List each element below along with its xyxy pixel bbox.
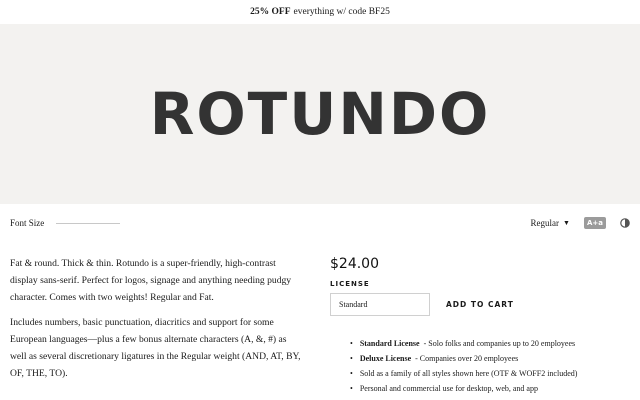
right-controls: Regular ▼ A+a xyxy=(531,204,630,242)
description-paragraph-1: Fat & round. Thick & thin. Rotundo is a … xyxy=(10,258,292,303)
list-item: Sold as a family of all styles shown her… xyxy=(350,366,630,381)
license-text: - Companies over 20 employees xyxy=(415,354,519,363)
license-title: Deluxe License xyxy=(359,354,412,363)
buy-row: Standard ADD TO CART xyxy=(330,293,630,316)
license-select-value: Standard xyxy=(339,300,368,309)
license-select[interactable]: Standard xyxy=(330,293,430,316)
license-text: Personal and commercial use for desktop,… xyxy=(359,384,538,393)
license-title: Standard License xyxy=(359,339,420,348)
license-text: - Solo folks and companies up to 20 empl… xyxy=(423,339,576,348)
promo-text: everything w/ code BF25 xyxy=(293,7,390,17)
license-text: Sold as a family of all styles shown her… xyxy=(359,369,578,378)
purchase-panel: $24.00 LICENSE Standard ADD TO CART Stan… xyxy=(330,256,630,396)
list-item: Standard License - Solo folks and compan… xyxy=(350,336,630,351)
price: $24.00 xyxy=(330,256,379,272)
promo-banner: 25% OFF everything w/ code BF25 xyxy=(0,0,640,24)
chevron-down-icon: ▼ xyxy=(563,219,570,227)
weight-value: Regular xyxy=(530,218,560,228)
preview-text[interactable]: ROTUNDO xyxy=(150,85,491,143)
font-size-slider[interactable] xyxy=(56,222,121,224)
weight-select[interactable]: Regular ▼ xyxy=(531,218,570,228)
font-size-label: Font Size xyxy=(10,218,45,228)
contrast-icon[interactable] xyxy=(620,218,630,228)
license-list: Standard License - Solo folks and compan… xyxy=(350,336,630,396)
list-item: Deluxe License - Companies over 20 emplo… xyxy=(350,351,630,366)
description-paragraph-2: Includes numbers, basic punctuation, dia… xyxy=(10,317,301,379)
font-preview: ROTUNDO xyxy=(0,24,640,204)
list-item: Personal and commercial use for desktop,… xyxy=(350,381,630,396)
case-toggle-button[interactable]: A+a xyxy=(583,217,606,229)
preview-controls: Font Size Regular ▼ A+a xyxy=(0,204,640,242)
font-description: Fat & round. Thick & thin. Rotundo is a … xyxy=(10,256,304,383)
promo-discount: 25% OFF xyxy=(250,7,291,17)
add-to-cart-button[interactable]: ADD TO CART xyxy=(446,300,514,309)
license-label: LICENSE xyxy=(330,280,370,288)
